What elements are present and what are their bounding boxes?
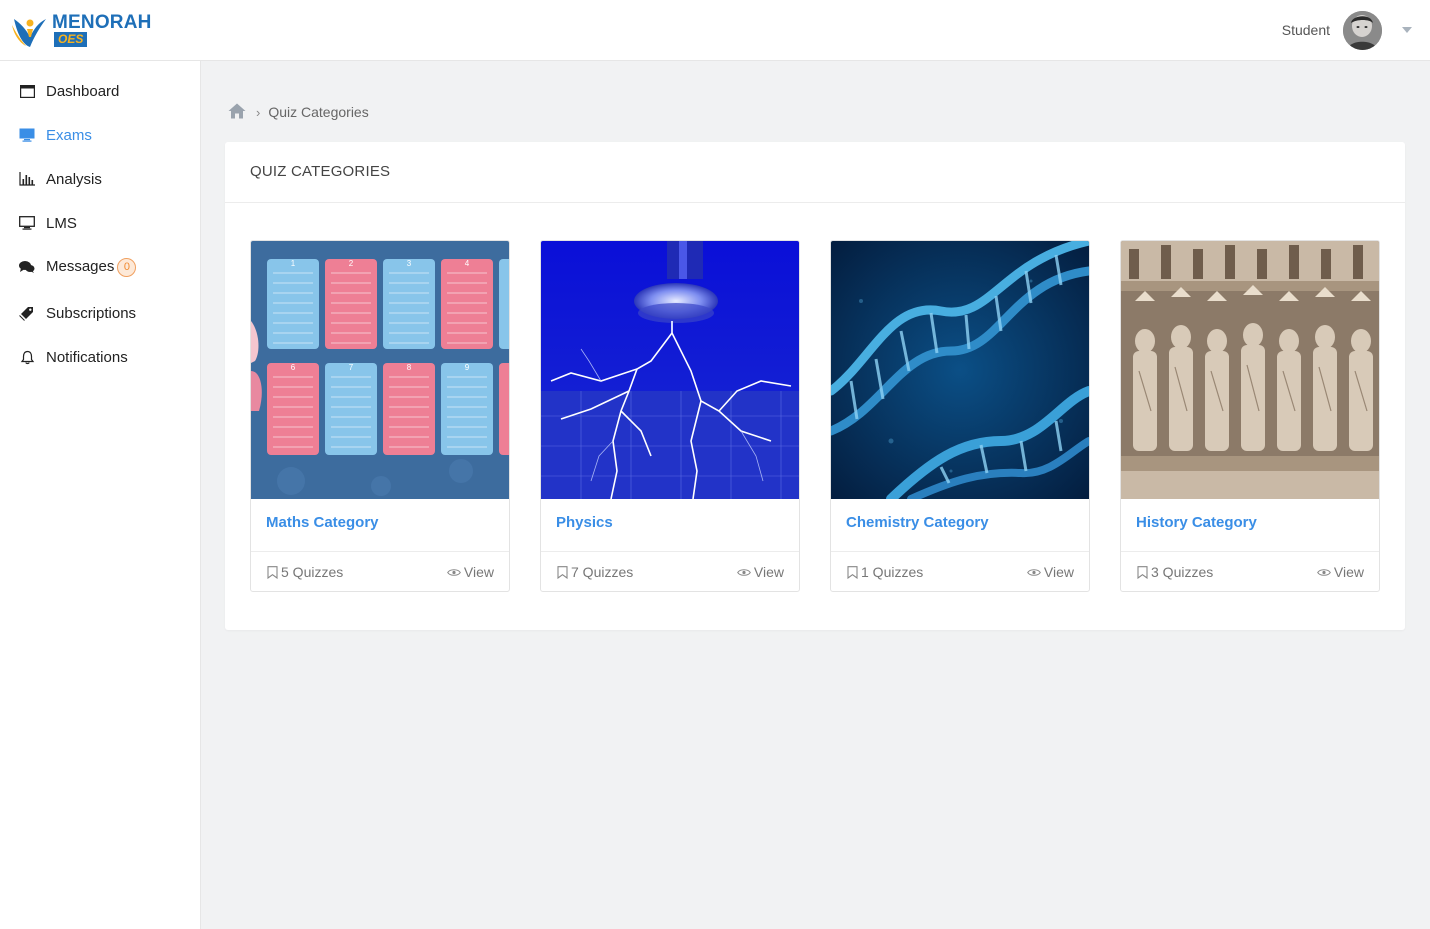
- sidebar-item-label: Analysis: [46, 170, 102, 188]
- sidebar-item-analysis[interactable]: Analysis: [0, 159, 200, 199]
- quiz-count-label: 5 Quizzes: [281, 564, 344, 580]
- quiz-count-label: 1 Quizzes: [861, 564, 924, 580]
- tag-icon: [18, 304, 36, 322]
- category-title[interactable]: Chemistry Category: [846, 514, 989, 531]
- cathedral-statues-image[interactable]: [1121, 241, 1379, 499]
- quiz-count: 5 Quizzes: [267, 564, 343, 580]
- logo-mark-icon: [12, 19, 46, 47]
- view-label: View: [1333, 564, 1364, 580]
- quiz-count-label: 3 Quizzes: [1151, 564, 1214, 580]
- breadcrumb-current: Quiz Categories: [268, 104, 369, 120]
- svg-text:6: 6: [291, 363, 296, 372]
- avatar-photo: [1343, 11, 1382, 50]
- card-footer: 3 Quizzes View: [1121, 551, 1379, 591]
- sidebar-item-label: Exams: [46, 126, 92, 144]
- monitor-icon: [18, 214, 36, 232]
- sidebar-item-label: Notifications: [46, 348, 128, 366]
- eye-icon: [1317, 568, 1331, 576]
- category-card-chemistry[interactable]: Chemistry Category 1 Quizzes View: [830, 240, 1090, 592]
- messages-count-badge: 0: [117, 257, 137, 277]
- category-title[interactable]: Maths Category: [266, 514, 379, 531]
- quiz-categories-panel: QUIZ CATEGORIES 1 2 3 4 6 7 8 9 Maths Ca…: [225, 142, 1405, 630]
- tesla-coil-lightning-image[interactable]: [541, 241, 799, 499]
- quiz-count: 3 Quizzes: [1137, 564, 1213, 580]
- chevron-down-icon[interactable]: [1402, 27, 1412, 33]
- svg-text:7: 7: [349, 363, 354, 372]
- quiz-count: 7 Quizzes: [557, 564, 633, 580]
- window-icon: [18, 82, 36, 100]
- view-link[interactable]: View: [447, 564, 494, 580]
- breadcrumb: › Quiz Categories: [228, 102, 369, 122]
- sidebar-item-lms[interactable]: LMS: [0, 203, 200, 243]
- sidebar-item-dashboard[interactable]: Dashboard: [0, 71, 200, 111]
- bookmark-icon: [267, 565, 278, 579]
- category-card-maths[interactable]: 1 2 3 4 6 7 8 9 Maths Category 5 Quizzes View: [250, 240, 510, 592]
- svg-text:9: 9: [465, 363, 470, 372]
- view-link[interactable]: View: [737, 564, 784, 580]
- brand-name: MENORAH: [52, 12, 152, 33]
- sidebar-item-notifications[interactable]: Notifications: [0, 337, 200, 377]
- chevron-right-icon: ›: [256, 104, 261, 120]
- sidebar-item-label: LMS: [46, 214, 77, 232]
- sidebar-item-subscriptions[interactable]: Subscriptions: [0, 293, 200, 333]
- user-name[interactable]: Student: [1282, 22, 1330, 38]
- category-title[interactable]: History Category: [1136, 514, 1257, 531]
- quiz-count: 1 Quizzes: [847, 564, 923, 580]
- view-label: View: [1043, 564, 1074, 580]
- svg-text:8: 8: [407, 363, 412, 372]
- svg-text:2: 2: [349, 259, 354, 268]
- sidebar-item-label: Subscriptions: [46, 304, 137, 322]
- category-card-physics[interactable]: Physics 7 Quizzes View: [540, 240, 800, 592]
- card-footer: 7 Quizzes View: [541, 551, 799, 591]
- brand-logo[interactable]: MENORAH OES: [10, 9, 152, 51]
- card-footer: 1 Quizzes View: [831, 551, 1089, 591]
- sidebar-item-label-wrap: Messages 0: [46, 257, 137, 277]
- page-title: QUIZ CATEGORIES: [250, 163, 391, 180]
- sidebar: Dashboard Exams Analysis LMS Messages 0 S…: [0, 61, 201, 929]
- bell-icon: [18, 348, 36, 366]
- bar-chart-icon: [18, 170, 36, 188]
- category-card-history[interactable]: History Category 3 Quizzes View: [1120, 240, 1380, 592]
- sidebar-item-label: Dashboard: [46, 82, 120, 100]
- avatar[interactable]: [1343, 11, 1382, 50]
- view-link[interactable]: View: [1027, 564, 1074, 580]
- view-label: View: [463, 564, 494, 580]
- sidebar-item-label: Messages: [46, 257, 115, 275]
- sidebar-item-messages[interactable]: Messages 0: [0, 247, 200, 287]
- card-footer: 5 Quizzes View: [251, 551, 509, 591]
- eye-icon: [737, 568, 751, 576]
- svg-text:4: 4: [465, 259, 470, 268]
- view-label: View: [753, 564, 784, 580]
- multiplication-tables-image[interactable]: 1 2 3 4 6 7 8 9: [251, 241, 509, 499]
- dna-helix-image[interactable]: [831, 241, 1089, 499]
- chat-icon: [18, 258, 36, 276]
- home-icon[interactable]: [228, 103, 246, 122]
- eye-icon: [1027, 568, 1041, 576]
- svg-text:3: 3: [407, 259, 412, 268]
- bookmark-icon: [847, 565, 858, 579]
- brand-sub: OES: [54, 32, 88, 47]
- svg-text:1: 1: [291, 259, 296, 268]
- quiz-count-label: 7 Quizzes: [571, 564, 634, 580]
- sidebar-item-exams[interactable]: Exams: [0, 115, 200, 155]
- eye-icon: [447, 568, 461, 576]
- bookmark-icon: [1137, 565, 1148, 579]
- bookmark-icon: [557, 565, 568, 579]
- top-bar: MENORAH OES Student: [0, 0, 1430, 61]
- view-link[interactable]: View: [1317, 564, 1364, 580]
- panel-header: QUIZ CATEGORIES: [225, 142, 1405, 203]
- monitor-icon: [18, 126, 36, 144]
- category-title[interactable]: Physics: [556, 514, 613, 531]
